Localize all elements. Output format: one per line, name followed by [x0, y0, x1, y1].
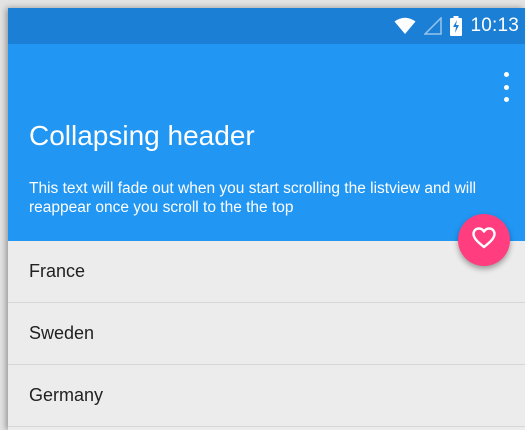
- device-frame: 10:13 Collapsing header This text will f…: [0, 0, 525, 430]
- overflow-menu-icon[interactable]: [499, 72, 513, 102]
- country-list: France Sweden Germany: [8, 241, 525, 427]
- menu-dot: [503, 97, 509, 102]
- header-subtitle: This text will fade out when you start s…: [29, 180, 477, 216]
- status-bar: 10:13: [8, 8, 525, 44]
- collapsing-header: Collapsing header This text will fade ou…: [8, 44, 525, 241]
- wifi-icon: [394, 17, 416, 35]
- signal-icon: [424, 17, 443, 35]
- favorite-fab-button[interactable]: [458, 214, 510, 266]
- status-time: 10:13: [470, 15, 519, 36]
- status-icons: 10:13: [394, 8, 519, 44]
- battery-charging-icon: [450, 16, 463, 36]
- header-title: Collapsing header: [29, 120, 255, 151]
- list-item[interactable]: Sweden: [8, 303, 525, 365]
- heart-outline-icon: [472, 226, 496, 254]
- app-screen: 10:13 Collapsing header This text will f…: [8, 8, 525, 430]
- list-item[interactable]: Germany: [8, 365, 525, 427]
- menu-dot: [503, 72, 509, 77]
- list-item[interactable]: France: [8, 241, 525, 303]
- menu-dot: [503, 84, 509, 90]
